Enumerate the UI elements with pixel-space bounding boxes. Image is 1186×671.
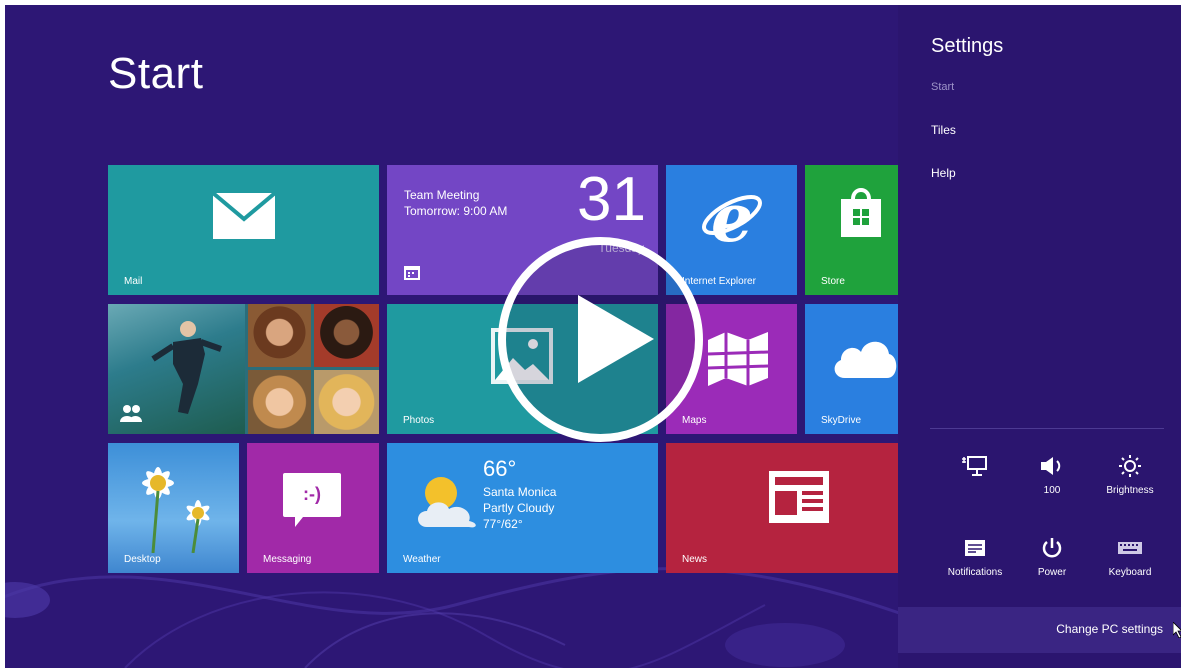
change-pc-settings-button[interactable]: Change PC settings (898, 607, 1181, 653)
tile-label: Internet Explorer (682, 276, 756, 287)
weather-city: Santa Monica (483, 485, 557, 499)
calendar-day: 31 (577, 165, 646, 234)
quick-setting-keyboard[interactable]: Keyboard (1095, 537, 1165, 578)
weather-condition: Partly Cloudy (483, 501, 555, 515)
tile-internet-explorer[interactable]: e Internet Explorer (666, 165, 797, 295)
people-icon (120, 405, 142, 422)
tile-label: SkyDrive (821, 415, 862, 426)
notifications-icon (965, 540, 985, 556)
partly-cloudy-icon (418, 477, 476, 528)
tile-mail[interactable]: Mail (108, 165, 379, 295)
calendar-event-title: Team Meeting (404, 188, 480, 202)
charm-divider (930, 428, 1164, 429)
start-area: Start Mail Team Meeting Tomorrow: 9:00 A… (5, 5, 898, 668)
people-photo-4 (314, 370, 379, 434)
charm-link-help[interactable]: Help (931, 166, 956, 180)
messaging-icon: :-) (283, 473, 341, 517)
change-pc-settings-label: Change PC settings (1056, 622, 1163, 636)
calendar-event-time: Tomorrow: 9:00 AM (404, 204, 508, 218)
tile-people[interactable] (108, 304, 379, 434)
people-photo-3 (248, 370, 311, 434)
surfer-figure (151, 321, 222, 414)
play-icon (578, 295, 654, 383)
mouse-cursor-icon (1173, 622, 1181, 638)
quick-setting-label: 100 (1043, 485, 1061, 496)
tile-label: Maps (682, 415, 707, 426)
weather-temp: 66° (483, 456, 517, 481)
skydrive-icon (834, 341, 897, 378)
charm-subtitle: Start (931, 81, 955, 93)
daisy-image (142, 467, 210, 553)
maps-icon (708, 332, 768, 386)
store-icon (841, 188, 881, 237)
messaging-bubble-tail (295, 517, 303, 527)
weather-range: 77°/62° (483, 517, 523, 531)
quick-setting-label: Power (1037, 567, 1067, 578)
internet-explorer-icon: e (702, 185, 762, 249)
tile-label: Photos (403, 415, 435, 426)
tile-desktop[interactable]: Desktop (108, 443, 239, 573)
tile-label: Messaging (263, 554, 312, 565)
quick-setting-label: Keyboard (1108, 567, 1152, 578)
quick-setting-volume[interactable]: 100 (1017, 455, 1087, 496)
play-button[interactable] (498, 237, 703, 442)
charm-link-tiles[interactable]: Tiles (931, 123, 956, 137)
quick-setting-power[interactable]: Power (1017, 537, 1087, 578)
people-photo-1 (248, 304, 311, 367)
people-photo-2 (314, 304, 379, 367)
quick-setting-brightness[interactable]: Brightness (1095, 455, 1165, 496)
mail-icon (213, 193, 275, 239)
quick-setting-label: Notifications (947, 567, 1003, 578)
tile-label: Mail (124, 276, 143, 287)
tile-messaging[interactable]: :-) Messaging (247, 443, 379, 573)
start-screen: Start Mail Team Meeting Tomorrow: 9:00 A… (5, 5, 1181, 668)
calendar-icon (404, 266, 420, 280)
svg-text:e: e (711, 185, 753, 249)
charm-title: Settings (931, 35, 1004, 57)
tile-news[interactable]: News (666, 443, 898, 573)
power-icon (1042, 538, 1062, 558)
quick-setting-label: Brightness (1106, 485, 1154, 496)
quick-setting-notifications[interactable]: Notifications (940, 537, 1010, 578)
tile-label: News (682, 554, 708, 565)
volume-icon (1041, 457, 1061, 475)
messaging-emoticon: :-) (303, 484, 321, 504)
tile-label: Weather (403, 554, 441, 565)
start-title: Start (108, 49, 204, 98)
tile-label: Desktop (124, 554, 161, 565)
news-icon (769, 471, 829, 523)
network-icon (962, 456, 987, 476)
settings-charm: Settings Start Tiles Help 100 Brightness… (898, 5, 1181, 668)
tile-weather[interactable]: 66° Santa Monica Partly Cloudy 77°/62° W… (387, 443, 658, 573)
keyboard-icon (1118, 542, 1142, 554)
brightness-icon (1119, 455, 1141, 477)
quick-setting-network[interactable] (940, 455, 1010, 485)
tile-skydrive[interactable]: SkyDrive (805, 304, 898, 434)
tile-store[interactable]: Store (805, 165, 898, 295)
tile-label: Store (821, 276, 845, 287)
